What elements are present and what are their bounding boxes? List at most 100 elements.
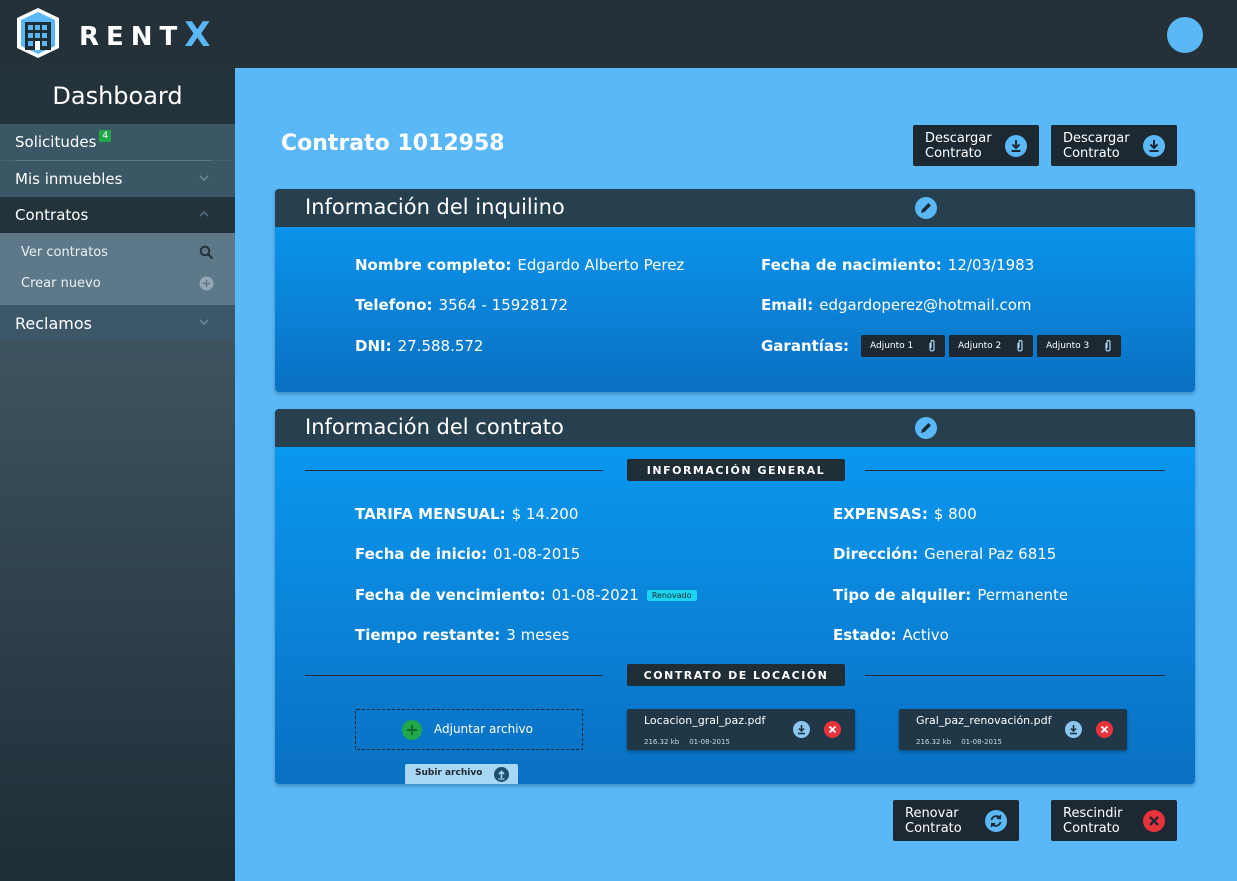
field-value: Permanente bbox=[977, 586, 1069, 604]
field-label: Email: bbox=[761, 296, 814, 314]
attachment-tag[interactable]: Adjunto 1 bbox=[861, 335, 945, 357]
brand-x: X bbox=[184, 15, 211, 55]
button-label: Descargar bbox=[1063, 130, 1130, 146]
close-icon[interactable] bbox=[1096, 721, 1113, 738]
button-label: Contrato bbox=[905, 821, 962, 836]
contract-file-item[interactable]: Locacion_gral_paz.pdf 216.32 kb 01-08-201… bbox=[627, 709, 855, 750]
field-label: Dirección: bbox=[833, 545, 919, 563]
field-value: Activo bbox=[902, 626, 949, 644]
download-contract-button[interactable]: Descargar Contrato bbox=[913, 125, 1039, 166]
end-date-field: Fecha de vencimiento: 01-08-2021 Renovado bbox=[355, 586, 697, 604]
tenant-name-field: Nombre completo: Edgardo Alberto Perez bbox=[355, 256, 684, 274]
close-icon bbox=[1143, 810, 1165, 832]
field-value: 12/03/1983 bbox=[947, 256, 1035, 274]
field-label: Nombre completo: bbox=[355, 256, 512, 274]
monthly-fee-field: TARIFA MENSUAL: $ 14.200 bbox=[355, 505, 578, 523]
sidebar-title[interactable]: Dashboard bbox=[0, 68, 235, 124]
brand-name[interactable]: RENTX bbox=[79, 14, 211, 55]
plus-circle-icon bbox=[199, 276, 214, 291]
button-label: Contrato bbox=[925, 145, 982, 161]
file-size: 216.32 kb bbox=[644, 738, 680, 746]
section-divider bbox=[865, 675, 1165, 676]
section-divider bbox=[305, 470, 603, 471]
sidebar: Dashboard Solicitudes 4 Mis inmuebles Co… bbox=[0, 68, 235, 881]
upload-icon bbox=[494, 767, 509, 782]
sidebar-item-contratos[interactable]: Contratos bbox=[0, 197, 235, 233]
paperclip-icon bbox=[1105, 339, 1111, 352]
section-divider bbox=[865, 470, 1165, 471]
upload-file-button[interactable]: Subir archivo bbox=[405, 764, 518, 784]
field-value: General Paz 6815 bbox=[924, 545, 1057, 563]
subitem-label: Crear nuevo bbox=[21, 276, 101, 291]
field-label: Garantías: bbox=[761, 337, 849, 355]
rescind-contract-button[interactable]: Rescindir Contrato bbox=[1051, 800, 1177, 841]
button-label: Contrato bbox=[1063, 145, 1120, 161]
sidebar-item-mis-inmuebles[interactable]: Mis inmuebles bbox=[0, 161, 235, 197]
section-divider bbox=[305, 675, 603, 676]
file-meta: 216.32 kb 01-08-2015 bbox=[644, 738, 740, 746]
notification-badge: 4 bbox=[99, 130, 112, 142]
field-label: EXPENSAS: bbox=[833, 505, 928, 523]
edit-pencil-icon[interactable] bbox=[915, 197, 937, 219]
edit-pencil-icon[interactable] bbox=[915, 417, 937, 439]
field-label: Tipo de alquiler: bbox=[833, 586, 972, 604]
field-value: 01-08-2015 bbox=[493, 545, 581, 563]
field-label: Estado: bbox=[833, 626, 897, 644]
download-icon[interactable] bbox=[793, 721, 810, 738]
button-label: Descargar bbox=[925, 130, 992, 146]
subitem-label: Ver contratos bbox=[21, 245, 108, 260]
field-label: TARIFA MENSUAL: bbox=[355, 505, 506, 523]
building-logo-icon[interactable] bbox=[15, 6, 61, 60]
renew-contract-button[interactable]: Renovar Contrato bbox=[893, 800, 1019, 841]
upload-file-label: Subir archivo bbox=[415, 768, 483, 778]
field-label: Fecha de inicio: bbox=[355, 545, 488, 563]
contract-file-item[interactable]: Gral_paz_renovación.pdf 216.32 kb 01-08-2… bbox=[899, 709, 1127, 750]
field-value: edgardoperez@hotmail.com bbox=[819, 296, 1032, 314]
paperclip-icon bbox=[1017, 339, 1023, 352]
field-label: Tiempo restante: bbox=[355, 626, 501, 644]
button-label: Rescindir bbox=[1063, 806, 1123, 821]
remaining-time-field: Tiempo restante: 3 meses bbox=[355, 626, 569, 644]
sidebar-item-label: Contratos bbox=[15, 206, 89, 224]
paperclip-icon bbox=[929, 339, 935, 352]
attachment-label: Adjunto 1 bbox=[870, 341, 914, 351]
start-date-field: Fecha de inicio: 01-08-2015 bbox=[355, 545, 580, 563]
field-label: DNI: bbox=[355, 337, 392, 355]
download-icon bbox=[1005, 135, 1027, 157]
avatar[interactable] bbox=[1167, 17, 1203, 53]
file-date: 01-08-2015 bbox=[961, 738, 1002, 746]
sidebar-item-label: Mis inmuebles bbox=[15, 170, 123, 188]
field-value: $ 800 bbox=[933, 505, 977, 523]
tenant-birth-field: Fecha de nacimiento: 12/03/1983 bbox=[761, 256, 1034, 274]
chevron-up-icon bbox=[199, 210, 209, 217]
sidebar-item-solicitudes[interactable]: Solicitudes 4 bbox=[0, 124, 235, 160]
sidebar-item-label: Reclamos bbox=[15, 313, 92, 333]
tenant-guarantees-field: Garantías: Adjunto 1 Adjunto 2 Adjunto 3 bbox=[761, 335, 1121, 357]
attach-file-dropzone[interactable]: Adjuntar archivo bbox=[355, 709, 583, 750]
download-contract-button[interactable]: Descargar Contrato bbox=[1051, 125, 1177, 166]
contract-info-card: Información del contrato INFORMACIÓN GEN… bbox=[275, 409, 1195, 784]
expenses-field: EXPENSAS: $ 800 bbox=[833, 505, 977, 523]
download-icon[interactable] bbox=[1065, 721, 1082, 738]
attachment-tag[interactable]: Adjunto 3 bbox=[1037, 335, 1121, 357]
contratos-submenu: Ver contratos Crear nuevo bbox=[0, 233, 235, 305]
attachment-tag[interactable]: Adjunto 2 bbox=[949, 335, 1033, 357]
field-value: 01-08-2021 bbox=[551, 586, 639, 604]
attachment-label: Adjunto 2 bbox=[958, 341, 1002, 351]
field-value: 27.588.572 bbox=[397, 337, 484, 355]
top-bar: RENTX bbox=[0, 0, 1237, 68]
sidebar-item-reclamos[interactable]: Reclamos bbox=[0, 305, 235, 341]
plus-circle-icon bbox=[402, 720, 422, 740]
tenant-phone-field: Telefono: 3564 - 15928172 bbox=[355, 296, 568, 314]
attachment-label: Adjunto 3 bbox=[1046, 341, 1090, 351]
tenant-dni-field: DNI: 27.588.572 bbox=[355, 337, 483, 355]
field-value: 3564 - 15928172 bbox=[438, 296, 569, 314]
tenant-info-card: Información del inquilino Nombre complet… bbox=[275, 189, 1195, 392]
card-title: Información del inquilino bbox=[305, 195, 565, 219]
refresh-icon bbox=[985, 810, 1007, 832]
field-label: Telefono: bbox=[355, 296, 433, 314]
sidebar-subitem-crear-nuevo[interactable]: Crear nuevo bbox=[0, 268, 235, 299]
sidebar-subitem-ver-contratos[interactable]: Ver contratos bbox=[0, 237, 235, 268]
sidebar-item-label: Solicitudes bbox=[15, 133, 97, 151]
close-icon[interactable] bbox=[824, 721, 841, 738]
